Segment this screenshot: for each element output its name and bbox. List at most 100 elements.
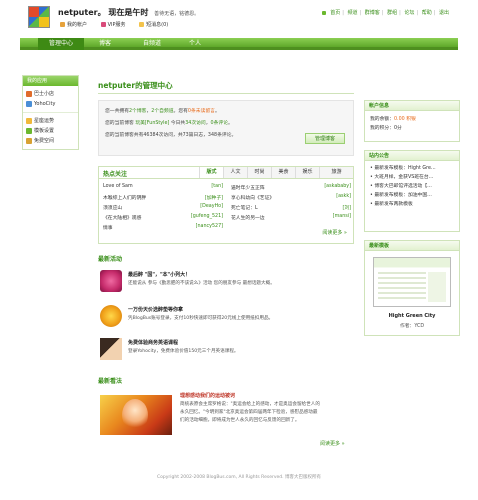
stats-box: 您一共拥有2个博客，2个自频道。您有0条未读留言。 您的当前博客 玩美[FunS… (98, 100, 354, 156)
sidebar-item-free-space[interactable]: 免费空间 (26, 136, 75, 146)
sidebar-item-yohocity[interactable]: YohoCity (26, 99, 75, 109)
tab-layout[interactable]: 版式 (199, 167, 223, 178)
announcement-item[interactable]: • 最新发布模板：Hight Gre… (365, 164, 459, 173)
read-more-link[interactable]: 阅读更多 » (320, 440, 345, 447)
hot-item[interactable]: 《在大陆相》观感 [gufeng_521] (103, 214, 223, 221)
activity-thumbnail[interactable] (100, 305, 122, 327)
unread-messages-link[interactable]: 0条未读留言 (188, 109, 215, 114)
sidebar-item-template[interactable]: 模板设置 (26, 126, 75, 136)
hot-item[interactable]: 享心科幼向《艺证》 [askk] (231, 194, 351, 201)
read-more-link[interactable]: 阅读更多 » (322, 229, 347, 236)
visits-link[interactable]: 34次访问 (185, 121, 206, 126)
activities-title: 最新活动 (98, 256, 123, 263)
comments-link[interactable]: 0条评论 (211, 121, 228, 126)
tab-blog[interactable]: 博客 (90, 38, 120, 50)
latest-template-box: 最新模板 Hight Green City 作者：YCD (364, 240, 460, 336)
channel-count-link[interactable]: 2个自频道 (151, 109, 173, 114)
views-text-line: 们的活动细胞，即将成为世人永久的回忆与反馈的回新了。 (180, 418, 300, 423)
hot-item[interactable]: 须须应山 [DeayHo] (103, 204, 223, 211)
announcements-box: 站内公告 • 最新发布模板：Hight Gre… • 大班月样，金获VS班在台…… (364, 150, 460, 232)
announcement-item[interactable]: • 博客大巴邮馆评选活动【… (365, 182, 459, 191)
nav-channel[interactable]: 频道 (348, 10, 358, 16)
tab-food[interactable]: 美食 (271, 167, 295, 178)
nav-home[interactable]: 首页 (330, 10, 340, 16)
user-links: 我的帐户 VIP服务 短消息(0) (60, 21, 180, 28)
announcements-title: 站内公告 (365, 151, 459, 161)
announcement-item[interactable]: • 最新发布模板：加油中国… (365, 191, 459, 200)
divider (99, 178, 353, 179)
template-icon (26, 127, 32, 134)
activity-thumbnail[interactable] (100, 270, 122, 292)
tab-manage-center[interactable]: 管理中心 (38, 38, 84, 50)
stats-line-2: 您的当前博客 玩美[FunStyle] 今日共34次访问，0条评论。 (105, 121, 233, 126)
shop-icon (26, 90, 32, 97)
announcement-item[interactable]: • 大班月样，金获VS班在台… (365, 173, 459, 182)
stats-line-1: 您一共拥有2个博客，2个自频道。您有0条未读留言。 (105, 109, 220, 114)
template-name[interactable]: Hight Green City (365, 313, 459, 319)
activity-desc: 登录Yohocity，免费体验价值150元三个月英语课程。 (128, 349, 239, 354)
top-nav: 首页 | 频道 | 群博客 | 群组 | 论坛 | 帮助 | 退出 (321, 9, 450, 16)
hot-item[interactable]: 花人生的另一边 [mansi] (231, 214, 351, 221)
current-blog-link[interactable]: 玩美[FunStyle] (135, 121, 169, 126)
activity-thumbnail[interactable] (100, 338, 122, 360)
hot-topics-box: 热点关注 版式 人文 时尚 美食 娱乐 旅游 Love of Sam [tan] … (98, 166, 354, 244)
mail-icon (139, 22, 145, 27)
activity-title[interactable]: 一万份天价选醉垫等你拿 (128, 306, 183, 313)
hot-item[interactable]: 死亡笔记：L [刘] (231, 204, 351, 211)
home-icon (321, 10, 326, 15)
points-line: 我的积分：0分 (370, 126, 402, 131)
views-text-line: 永久回忆。"今明到家"北京奥运会第四届两年下检验，感慰品感动最 (180, 410, 318, 415)
template-preview[interactable] (373, 257, 451, 307)
activity-desc: 还能说从 参与《勤思肥的不该说么》活动 您的朋友参与 最想话题大概。 (128, 281, 275, 286)
folder-icon (26, 137, 32, 144)
account-info-title: 帐户信息 (365, 101, 459, 111)
footer-copyright: Copyright 2002-2008 BlogBus.com, All Rig… (157, 475, 321, 480)
time-status: 现在是午时 (108, 8, 149, 17)
views-text-line: 简统表原会主席罗格说："奥运会给上的感动，才是奥运会留给世人的 (180, 402, 320, 407)
sidebar-item-horoscope[interactable]: 星座运势 (26, 116, 75, 126)
account-info-box: 帐户信息 我的余额：0.00 积银 我的积分：0分 (364, 100, 460, 142)
tab-my-channel[interactable]: 自频道 (132, 38, 172, 50)
sidebar-title: 我的应用 (23, 76, 78, 86)
tab-personal[interactable]: 个人 (180, 38, 210, 50)
activity-title[interactable]: 最后醉 "国"，"本"小列大！ (128, 271, 190, 278)
nav-groups[interactable]: 群组 (387, 10, 397, 16)
latest-template-title: 最新模板 (365, 241, 459, 251)
activity-desc: 凭BlogBus账号登录，支付10秒快速即可获得20元线上使用抵扣用品。 (128, 316, 274, 321)
account-icon (60, 22, 65, 27)
stats-line-3: 您的当前博客共有46384次访问，共73篇日志，348条评论。 (105, 133, 237, 138)
activity-title[interactable]: 免费体验商务英语课程 (128, 339, 178, 346)
hot-item[interactable]: Love of Sam [tan] (103, 184, 223, 189)
manage-blog-button[interactable]: 管理博客 (305, 133, 345, 144)
blog-count-link[interactable]: 2个博客 (129, 109, 146, 114)
site-name: netputer。 (58, 8, 106, 17)
vip-icon (100, 22, 106, 27)
site-title: netputer。 现在是午时 善待无语，铭德恩。 (58, 7, 199, 18)
main-navbar: 管理中心 博客 自频道 个人 (20, 38, 458, 50)
star-icon (26, 117, 32, 124)
views-thumbnail[interactable] (100, 395, 172, 435)
announcement-item[interactable]: • 最新发布两款模板 (365, 200, 459, 209)
page-title: netputer的管理中心 (98, 81, 173, 90)
nav-logout[interactable]: 退出 (439, 10, 449, 16)
slogan: 善待无语，铭德恩。 (154, 11, 200, 17)
tab-travel[interactable]: 旅游 (319, 167, 353, 178)
tab-fashion[interactable]: 时尚 (247, 167, 271, 178)
hot-item[interactable]: 情事 [nancy527] (103, 224, 223, 231)
city-icon (26, 100, 32, 107)
hot-topics-title: 热点关注 (103, 171, 128, 178)
my-account-link[interactable]: 我的帐户 (60, 22, 93, 28)
tab-entertainment[interactable]: 娱乐 (295, 167, 319, 178)
nav-help[interactable]: 帮助 (422, 10, 432, 16)
sidebar-item-bus-shop[interactable]: 巴士小店 (26, 89, 75, 99)
nav-forum[interactable]: 论坛 (404, 10, 414, 16)
user-avatar[interactable] (28, 6, 50, 28)
nav-group-blog[interactable]: 群博客 (365, 10, 380, 16)
hot-item[interactable]: 木喉综上人们的阴胖 [加种子] (103, 194, 223, 201)
messages-link[interactable]: 短消息(0) (139, 22, 174, 28)
hot-item[interactable]: 逼时年少五正阵 [askababy] (231, 184, 351, 191)
vip-link[interactable]: VIP服务 (100, 22, 132, 28)
views-headline[interactable]: 理想感动我们的运动被诃 (180, 392, 235, 399)
left-sidebar: 我的应用 巴士小店 YohoCity 星座运势 模板设置 免费空间 (22, 75, 79, 150)
tab-culture[interactable]: 人文 (223, 167, 247, 178)
